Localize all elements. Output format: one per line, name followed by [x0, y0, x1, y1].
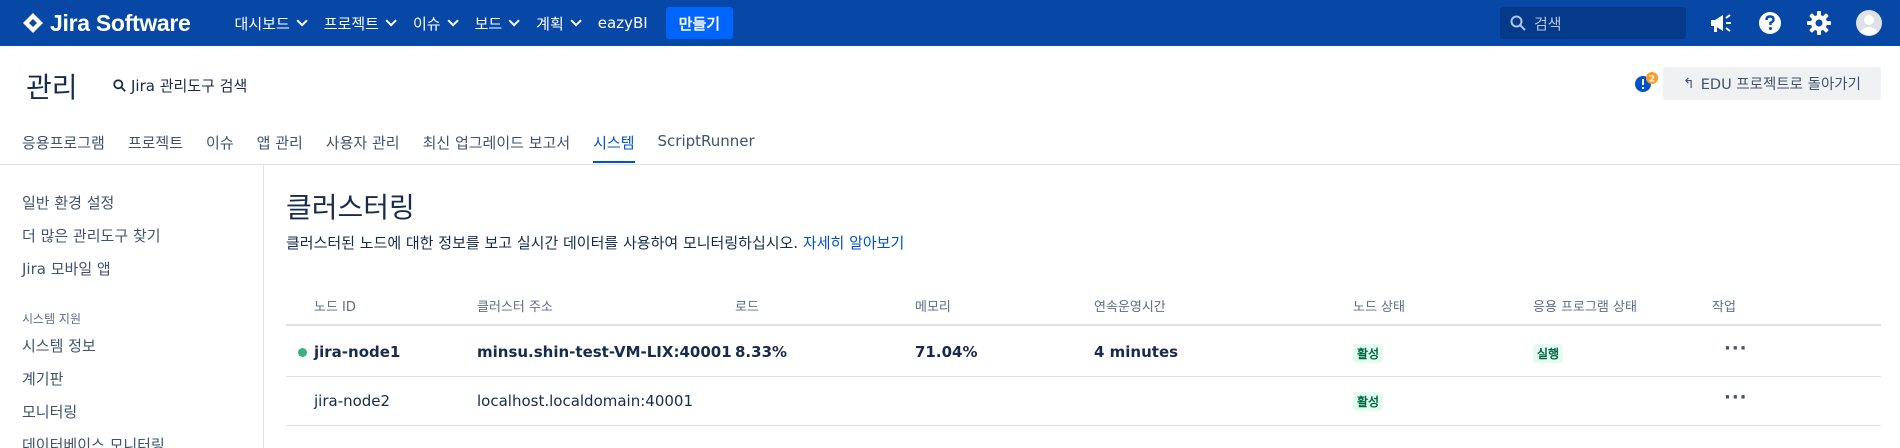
user-avatar[interactable] — [1856, 0, 1882, 46]
tab-manage-apps[interactable]: 앱 관리 — [257, 132, 303, 163]
gear-icon[interactable] — [1806, 0, 1832, 46]
row2-cluster-address: localhost.localdomain:40001 — [477, 392, 693, 410]
menu-label: 대시보드 — [234, 14, 290, 33]
column-app-status[interactable]: 응용 프로그램 상태 — [1533, 296, 1637, 315]
jira-logo[interactable]: Jira Software — [22, 10, 191, 37]
announcement-icon[interactable] — [1708, 0, 1734, 46]
admin-search-label: Jira 관리도구 검색 — [131, 77, 248, 95]
return-arrow-icon: ↰ — [1683, 75, 1695, 92]
sidebar: 일반 환경 설정 더 많은 관리도구 찾기 Jira 모바일 앱 시스템 지원 … — [0, 165, 264, 448]
learn-more-link[interactable]: 자세히 알아보기 — [803, 234, 904, 252]
column-node-status[interactable]: 노드 상태 — [1353, 296, 1405, 315]
sidebar-item-instrumentation[interactable]: 계기판 — [22, 368, 63, 389]
tab-user-management[interactable]: 사용자 관리 — [326, 132, 400, 163]
search-placeholder: 검색 — [1534, 14, 1562, 33]
chevron-down-icon — [508, 15, 520, 27]
admin-tabs: 응용프로그램 프로젝트 이슈 앱 관리 사용자 관리 최신 업그레이드 보고서 … — [22, 132, 778, 163]
sidebar-item-system-info[interactable]: 시스템 정보 — [22, 335, 96, 356]
description-text: 클러스터된 노드에 대한 정보를 보고 실시간 데이터를 사용하여 모니터링하십… — [286, 234, 799, 252]
column-memory[interactable]: 메모리 — [915, 296, 951, 315]
tab-divider — [0, 164, 1900, 165]
search-icon — [1510, 15, 1526, 31]
sidebar-item-general-config[interactable]: 일반 환경 설정 — [22, 192, 114, 213]
row-divider — [286, 425, 1881, 426]
main-menu: 대시보드 프로젝트 이슈 보드 계획 eazyBI 만들기 — [235, 0, 734, 46]
row1-uptime: 4 minutes — [1094, 343, 1179, 361]
row2-node-id: jira-node2 — [314, 392, 391, 410]
back-to-project-button[interactable]: ↰ EDU 프로젝트로 돌아가기 — [1663, 67, 1881, 100]
menu-label: 계획 — [536, 14, 564, 33]
menu-label: 보드 — [474, 14, 503, 33]
column-load[interactable]: 로드 — [735, 296, 759, 315]
tab-projects[interactable]: 프로젝트 — [128, 132, 183, 163]
admin-search-link[interactable]: Jira 관리도구 검색 — [113, 75, 247, 96]
logo-text: Jira Software — [50, 9, 191, 36]
clustering-description: 클러스터된 노드에 대한 정보를 보고 실시간 데이터를 사용하여 모니터링하십… — [286, 232, 904, 253]
row1-memory: 71.04% — [915, 343, 978, 361]
chevron-down-icon — [296, 15, 308, 27]
menu-eazybi[interactable]: eazyBI — [598, 0, 648, 46]
sidebar-item-jira-mobile-app[interactable]: Jira 모바일 앱 — [22, 258, 111, 279]
info-icon: 2 — [1635, 72, 1658, 92]
tab-applications[interactable]: 응용프로그램 — [22, 132, 105, 163]
notification-bell[interactable]: 2 — [1633, 72, 1659, 98]
clustering-title: 클러스터링 — [286, 191, 415, 224]
sidebar-heading-system-support: 시스템 지원 — [22, 312, 82, 326]
column-actions: 작업 — [1712, 300, 1736, 315]
help-icon[interactable] — [1758, 0, 1782, 46]
menu-plans[interactable]: 계획 — [536, 0, 582, 46]
current-node-indicator — [298, 348, 307, 357]
table-header-divider — [286, 324, 1881, 326]
menu-issues[interactable]: 이슈 — [412, 0, 459, 46]
top-navigation-bar: Jira Software 대시보드 프로젝트 이슈 보드 계획 eazyBI … — [0, 0, 1900, 46]
search-icon — [113, 79, 126, 92]
global-search-input[interactable]: 검색 — [1500, 7, 1686, 39]
jira-diamond-icon — [23, 13, 43, 33]
menu-label: 이슈 — [412, 14, 441, 33]
sidebar-item-find-more-admin-tools[interactable]: 더 많은 관리도구 찾기 — [22, 225, 161, 246]
row1-node-status-badge: 활성 — [1353, 344, 1384, 363]
page-title: 관리 — [26, 71, 78, 104]
menu-boards[interactable]: 보드 — [474, 0, 520, 46]
chevron-down-icon — [570, 15, 582, 27]
menu-dashboards[interactable]: 대시보드 — [234, 0, 308, 46]
back-button-label: EDU 프로젝트로 돌아가기 — [1700, 77, 1861, 93]
row1-load: 8.33% — [735, 343, 788, 361]
menu-projects[interactable]: 프로젝트 — [323, 0, 397, 46]
avatar-icon — [1856, 10, 1882, 36]
notification-count: 2 — [1649, 75, 1655, 85]
menu-label: 프로젝트 — [323, 14, 379, 33]
row1-cluster-address: minsu.shin-test-VM-LIX:40001 — [477, 343, 732, 361]
sidebar-item-monitoring[interactable]: 모니터링 — [22, 401, 77, 422]
column-node-id[interactable]: 노드 ID — [314, 296, 356, 315]
sidebar-item-database-monitoring[interactable]: 데이터베이스 모니터링 — [22, 434, 165, 448]
chevron-down-icon — [385, 15, 397, 27]
column-uptime[interactable]: 연속운영시간 — [1094, 296, 1166, 315]
chevron-down-icon — [447, 15, 459, 27]
tab-latest-upgrade-report[interactable]: 최신 업그레이드 보고서 — [423, 132, 571, 163]
row2-node-status-badge: 활성 — [1353, 392, 1384, 411]
row1-more-actions-icon[interactable]: ··· — [1724, 338, 1748, 359]
tab-issues[interactable]: 이슈 — [206, 132, 234, 163]
column-cluster-address[interactable]: 클러스터 주소 — [477, 296, 553, 315]
row1-node-id: jira-node1 — [314, 343, 401, 361]
row-divider — [286, 376, 1881, 377]
tab-scriptrunner[interactable]: ScriptRunner — [658, 132, 755, 163]
row1-app-status-badge: 실행 — [1533, 344, 1564, 363]
tab-system[interactable]: 시스템 — [593, 132, 635, 163]
row2-more-actions-icon[interactable]: ··· — [1724, 387, 1748, 408]
create-button[interactable]: 만들기 — [665, 7, 734, 39]
